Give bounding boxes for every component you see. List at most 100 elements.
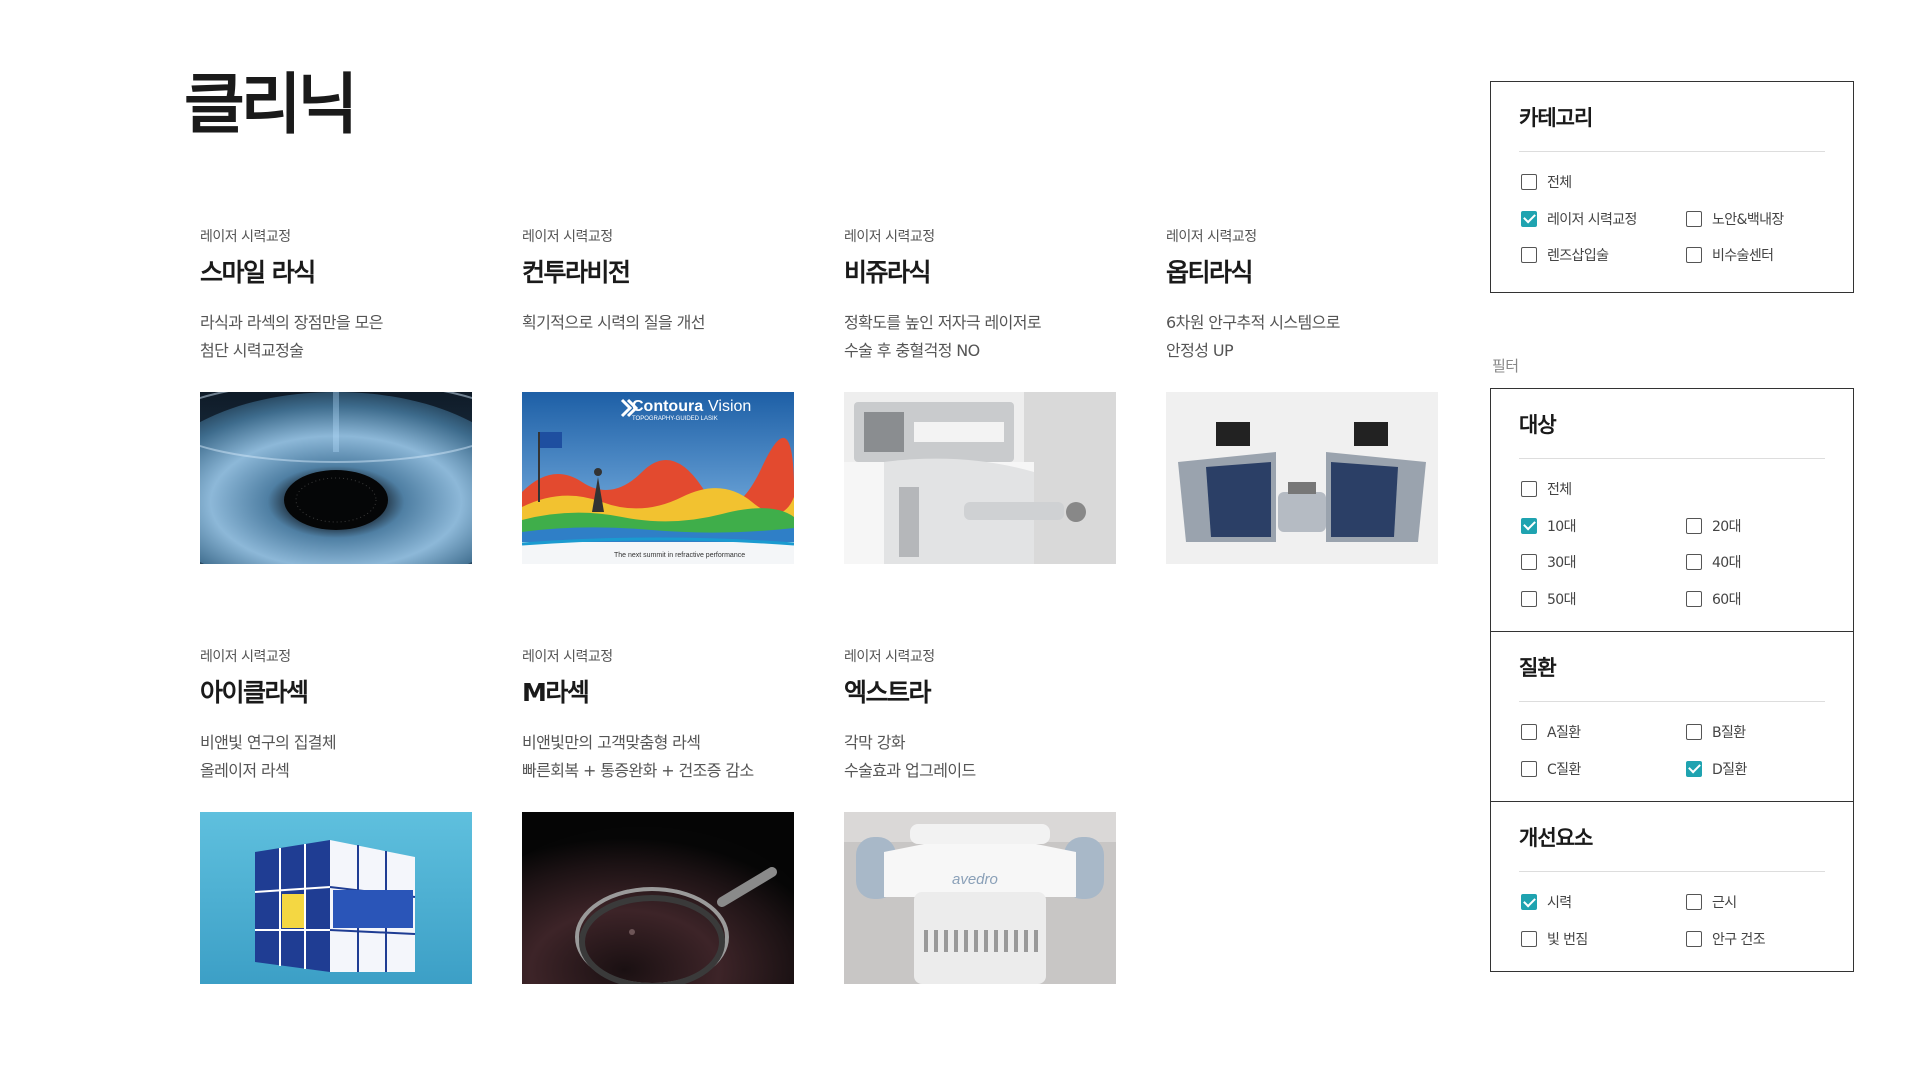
category-option-레이저-시력교정[interactable]: 레이저 시력교정 [1521, 201, 1686, 238]
checkbox-checked-icon[interactable] [1521, 517, 1537, 534]
filter-section-title: 질환 [1519, 632, 1825, 702]
checkbox-icon[interactable] [1686, 894, 1702, 911]
filter-option-시력[interactable]: 시력 [1521, 884, 1686, 921]
checkbox-icon[interactable] [1686, 517, 1702, 534]
desc-line: 비앤빛 연구의 집결체 [200, 733, 337, 752]
card-description: 획기적으로 시력의 질을 개선 [522, 309, 794, 365]
filter-option-40대[interactable]: 40대 [1686, 544, 1851, 581]
checkbox-checked-icon[interactable] [1521, 210, 1537, 227]
option-label: 전체 [1547, 482, 1572, 499]
desc-line: 각막 강화 [844, 733, 906, 752]
option-label: 안구 건조 [1712, 931, 1766, 948]
filter-option-a질환[interactable]: A질환 [1521, 714, 1686, 751]
filter-option-빛-번짐[interactable]: 빛 번짐 [1521, 921, 1686, 958]
filter-section-대상: 대상 전체 10대 20대 30대 40대 50대 60대 [1491, 389, 1853, 631]
card-category: 레이저 시력교정 [522, 649, 613, 665]
checkbox-icon[interactable] [1521, 930, 1537, 947]
card-category: 레이저 시력교정 [1166, 229, 1257, 245]
card-title: 엑스트라 [844, 678, 932, 707]
clinic-card-smile-lasik[interactable]: 레이저 시력교정 스마일 라식 라식과 라섹의 장점만을 모은 첨단 시력교정술 [200, 228, 472, 564]
card-title: M라섹 [522, 678, 590, 707]
category-option-노안-백내장[interactable]: 노안&백내장 [1686, 201, 1851, 238]
checkbox-icon[interactable] [1521, 481, 1537, 498]
filter-section-개선요소: 개선요소 시력 근시 빛 번짐 안구 건조 [1491, 801, 1853, 971]
card-category: 레이저 시력교정 [844, 649, 935, 665]
eye-iris-image [200, 392, 472, 564]
clinic-card-contoura-vision[interactable]: 레이저 시력교정 컨투라비전 획기적으로 시력의 질을 개선 Contoura … [522, 228, 794, 564]
filter-options: A질환 B질환 C질환 D질환 [1519, 702, 1825, 801]
category-options: 전체 레이저 시력교정 노안&백내장 렌즈삽입술 비수술센터 [1519, 152, 1825, 288]
dark-eye-lens-image [522, 812, 794, 984]
avedro-logo-text: avedro [952, 871, 998, 888]
card-description: 6차원 안구추적 시스템으로 안정성 UP [1166, 309, 1438, 365]
checkbox-icon[interactable] [1686, 210, 1702, 227]
clinic-page: 클리닉 레이저 시력교정 스마일 라식 라식과 라섹의 장점만을 모은 첨단 시… [0, 0, 1920, 1080]
desc-line: 획기적으로 시력의 질을 개선 [522, 313, 706, 332]
option-label: 30대 [1547, 555, 1577, 572]
page-title: 클리닉 [184, 66, 358, 143]
filter-option-30대[interactable]: 30대 [1521, 544, 1686, 581]
card-category: 레이저 시력교정 [200, 229, 291, 245]
filter-option-c질환[interactable]: C질환 [1521, 751, 1686, 788]
option-label: 레이저 시력교정 [1547, 211, 1637, 228]
card-category: 레이저 시력교정 [200, 649, 291, 665]
clinic-card-optilasik[interactable]: 레이저 시력교정 옵티라식 6차원 안구추적 시스템으로 안정성 UP [1166, 228, 1438, 564]
filter-option-60대[interactable]: 60대 [1686, 581, 1851, 618]
clinic-card-m-lasek[interactable]: 레이저 시력교정 M라섹 비앤빛만의 고객맞춤형 라섹 빠른회복 + 통증완화 … [522, 648, 794, 984]
filter-option-50대[interactable]: 50대 [1521, 581, 1686, 618]
option-label: 근시 [1712, 895, 1737, 912]
card-title: 비쥬라식 [844, 258, 932, 287]
cube-graphic-image [200, 812, 472, 984]
option-label: 빛 번짐 [1547, 931, 1588, 948]
option-label: 10대 [1547, 518, 1577, 535]
checkbox-icon[interactable] [1521, 247, 1537, 264]
filter-option-전체[interactable]: 전체 [1521, 471, 1851, 508]
checkbox-icon[interactable] [1686, 724, 1702, 741]
option-label: 노안&백내장 [1712, 211, 1784, 228]
filter-option-근시[interactable]: 근시 [1686, 884, 1851, 921]
filter-label: 필터 [1492, 357, 1519, 375]
option-label: C질환 [1547, 761, 1581, 778]
checkbox-icon[interactable] [1521, 554, 1537, 571]
checkbox-checked-icon[interactable] [1686, 760, 1702, 777]
option-label: 20대 [1712, 518, 1742, 535]
clinic-card-extra[interactable]: 레이저 시력교정 엑스트라 각막 강화 수술효과 업그레이드 avedro [844, 648, 1116, 984]
option-label: A질환 [1547, 725, 1581, 742]
filter-option-안구-건조[interactable]: 안구 건조 [1686, 921, 1851, 958]
svg-text:Vision: Vision [708, 398, 751, 415]
filter-option-b질환[interactable]: B질환 [1686, 714, 1851, 751]
category-title: 카테고리 [1519, 82, 1825, 152]
desc-line: 정확도를 높인 저자극 레이저로 [844, 313, 1042, 332]
category-section: 카테고리 전체레이저 시력교정 노안&백내장렌즈삽입술 비수술센터 [1491, 82, 1853, 288]
category-option-비수술센터[interactable]: 비수술센터 [1686, 237, 1851, 274]
option-label: B질환 [1712, 725, 1746, 742]
filter-option-20대[interactable]: 20대 [1686, 508, 1851, 545]
filter-box: 대상 전체 10대 20대 30대 40대 50대 60대 질환 A질환 B질환 C질환 D질환 개선요소… [1490, 388, 1854, 972]
checkbox-icon[interactable] [1686, 590, 1702, 607]
checkbox-icon[interactable] [1521, 590, 1537, 607]
avedro-device-image: avedro [844, 812, 1116, 984]
checkbox-icon[interactable] [1686, 554, 1702, 571]
checkbox-icon[interactable] [1521, 760, 1537, 777]
card-category: 레이저 시력교정 [844, 229, 935, 245]
card-description: 비앤빛 연구의 집결체 올레이저 라섹 [200, 729, 472, 785]
clinic-card-visulasik[interactable]: 레이저 시력교정 비쥬라식 정확도를 높인 저자극 레이저로 수술 후 충혈걱정… [844, 228, 1116, 564]
checkbox-icon[interactable] [1686, 930, 1702, 947]
card-description: 라식과 라섹의 장점만을 모은 첨단 시력교정술 [200, 309, 472, 365]
desc-line: 올레이저 라섹 [200, 761, 290, 780]
checkbox-icon[interactable] [1521, 174, 1537, 191]
clinic-card-eyeclasek[interactable]: 레이저 시력교정 아이클라섹 비앤빛 연구의 집결체 올레이저 라섹 [200, 648, 472, 984]
filter-options: 전체 10대 20대 30대 40대 50대 60대 [1519, 459, 1825, 631]
desc-line: 안정성 UP [1166, 341, 1234, 360]
svg-text:TOPOGRAPHY-GUIDED LASIK: TOPOGRAPHY-GUIDED LASIK [632, 416, 718, 422]
category-option-렌즈삽입술[interactable]: 렌즈삽입술 [1521, 237, 1686, 274]
filter-option-10대[interactable]: 10대 [1521, 508, 1686, 545]
desc-line: 비앤빛만의 고객맞춤형 라섹 [522, 733, 701, 752]
checkbox-icon[interactable] [1686, 247, 1702, 264]
checkbox-icon[interactable] [1521, 724, 1537, 741]
filter-option-d질환[interactable]: D질환 [1686, 751, 1851, 788]
checkbox-checked-icon[interactable] [1521, 894, 1537, 911]
category-option-전체[interactable]: 전체 [1521, 164, 1851, 201]
category-filter-box: 카테고리 전체레이저 시력교정 노안&백내장렌즈삽입술 비수술센터 [1490, 81, 1854, 293]
desc-line: 수술효과 업그레이드 [844, 761, 976, 780]
